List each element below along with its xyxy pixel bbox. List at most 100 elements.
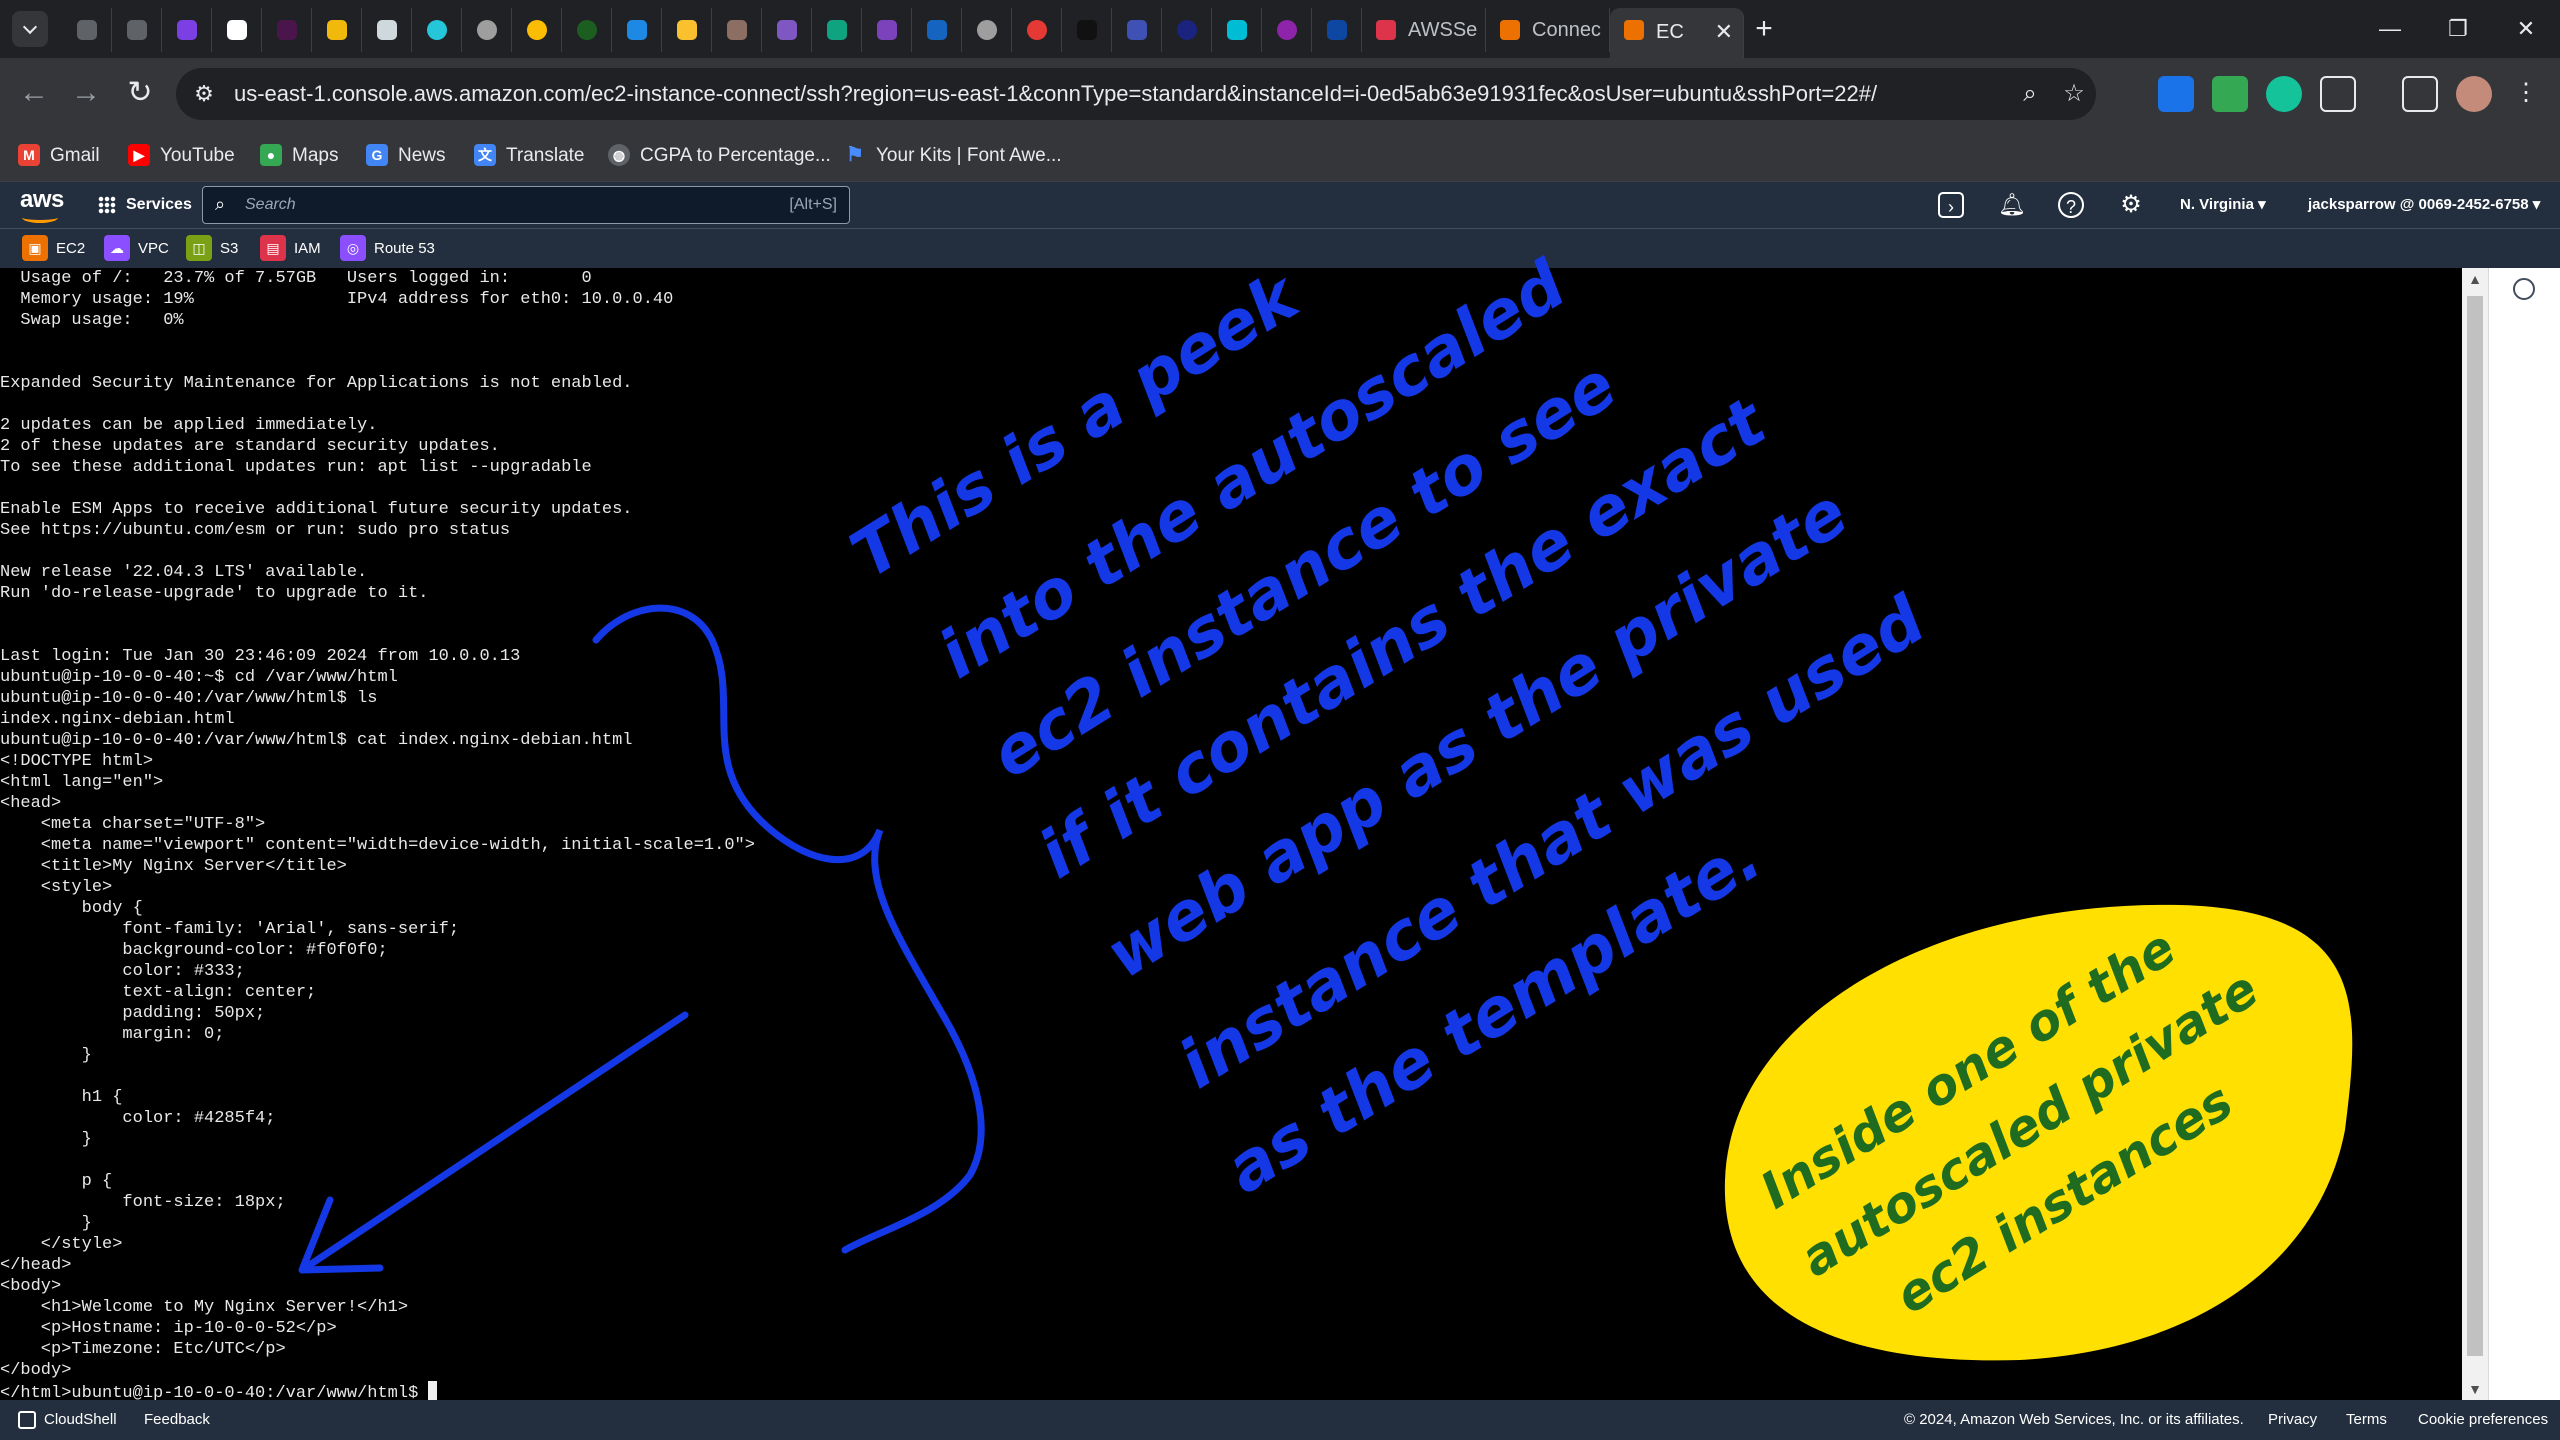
- terminal-scrollbar[interactable]: ▲ ▼: [2462, 268, 2488, 1400]
- tab-search-button[interactable]: [12, 11, 48, 47]
- tab-favicon: [1500, 20, 1520, 40]
- url-text[interactable]: us-east-1.console.aws.amazon.com/ec2-ins…: [234, 68, 1877, 120]
- aws-side-panel: [2488, 268, 2560, 1400]
- terminal-line: <style>: [0, 878, 113, 897]
- services-menu-button[interactable]: Services: [98, 182, 192, 228]
- pinned-tab[interactable]: [1212, 8, 1262, 52]
- minimize-icon[interactable]: —: [2356, 0, 2424, 58]
- close-window-icon[interactable]: ✕: [2492, 0, 2560, 58]
- pinned-tab[interactable]: [912, 8, 962, 52]
- favorite-route53[interactable]: ◎ Route 53: [340, 229, 435, 269]
- maximize-icon[interactable]: ❐: [2424, 0, 2492, 58]
- pinned-tab[interactable]: [212, 8, 262, 52]
- cloudshell-icon[interactable]: ›: [1938, 192, 1964, 218]
- pinned-tab[interactable]: [262, 8, 312, 52]
- bookmark-news[interactable]: G News: [366, 130, 446, 182]
- feedback-link[interactable]: Feedback: [144, 1400, 210, 1440]
- pinned-tab[interactable]: [1162, 8, 1212, 52]
- pinned-tab[interactable]: [62, 8, 112, 52]
- bookmark-cgpa[interactable]: ◍ CGPA to Percentage...: [608, 130, 831, 182]
- privacy-link[interactable]: Privacy: [2268, 1400, 2317, 1440]
- browser-toolbar: ← → ↻ ⚙ us-east-1.console.aws.amazon.com…: [0, 58, 2560, 130]
- site-settings-icon[interactable]: ⚙: [190, 80, 218, 108]
- scrollbar-thumb[interactable]: [2467, 296, 2483, 1356]
- settings-hexagon-icon[interactable]: [2513, 278, 2535, 300]
- pinned-tab[interactable]: [512, 8, 562, 52]
- extensions-puzzle-icon[interactable]: [2320, 76, 2356, 112]
- pinned-tab[interactable]: [712, 8, 762, 52]
- cookie-preferences-link[interactable]: Cookie preferences: [2418, 1400, 2548, 1440]
- aws-search-input[interactable]: ⌕ Search [Alt+S]: [202, 186, 850, 224]
- pinned-tab[interactable]: [862, 8, 912, 52]
- bookmark-gmail[interactable]: M Gmail: [18, 130, 100, 182]
- bookmark-maps[interactable]: ● Maps: [260, 130, 338, 182]
- region-selector[interactable]: N. Virginia ▾: [2180, 182, 2266, 228]
- pinned-tab[interactable]: [562, 8, 612, 52]
- favorite-s3[interactable]: ◫ S3: [186, 229, 238, 269]
- terminal-line: <title>My Nginx Server</title>: [0, 857, 347, 876]
- translate-extension-icon[interactable]: [2158, 76, 2194, 112]
- bookmark-translate[interactable]: 文 Translate: [474, 130, 585, 182]
- pinned-tab[interactable]: [162, 8, 212, 52]
- favorite-iam[interactable]: ▤ IAM: [260, 229, 321, 269]
- pinned-tab[interactable]: [312, 8, 362, 52]
- bookmark-font-awesome[interactable]: ⚑ Your Kits | Font Awe...: [844, 130, 1062, 182]
- bookmark-youtube[interactable]: ▶ YouTube: [128, 130, 235, 182]
- help-icon[interactable]: ?: [2058, 192, 2084, 218]
- pinned-tab[interactable]: [1062, 8, 1112, 52]
- tab-favicon: [1624, 20, 1644, 40]
- kebab-menu-icon[interactable]: ⋮: [2508, 76, 2544, 112]
- aws-footer: CloudShell Feedback © 2024, Amazon Web S…: [0, 1400, 2560, 1440]
- scroll-up-icon[interactable]: ▲: [2462, 268, 2488, 290]
- pinned-tab[interactable]: [1262, 8, 1312, 52]
- window-controls: — ❐ ✕: [2356, 0, 2560, 58]
- favorite-ec2[interactable]: ▣ EC2: [22, 229, 85, 269]
- zoom-icon[interactable]: ⌕: [2016, 80, 2044, 108]
- settings-gear-icon[interactable]: ⚙: [2118, 192, 2144, 218]
- pinned-tab[interactable]: [362, 8, 412, 52]
- bookmark-star-icon[interactable]: ☆: [2060, 80, 2088, 108]
- browser-tab-strip: AWSSe Connec EC ✕ + — ❐ ✕: [0, 0, 2560, 58]
- pinned-tab[interactable]: [1312, 8, 1362, 52]
- terminal-line: New release '22.04.3 LTS' available.: [0, 563, 368, 582]
- pinned-tab[interactable]: [662, 8, 712, 52]
- terminal-line: background-color: #f0f0f0;: [0, 941, 388, 960]
- ssh-terminal[interactable]: Usage of /: 23.7% of 7.57GB Users logged…: [0, 268, 2462, 1400]
- close-tab-icon[interactable]: ✕: [1715, 8, 1733, 56]
- scroll-down-icon[interactable]: ▼: [2462, 1378, 2488, 1400]
- pinned-tab[interactable]: [412, 8, 462, 52]
- pinned-tab[interactable]: [812, 8, 862, 52]
- pinned-tab[interactable]: [1112, 8, 1162, 52]
- tab-aws-security[interactable]: AWSSe: [1362, 8, 1486, 52]
- back-arrow-icon[interactable]: ←: [16, 76, 52, 112]
- reload-icon[interactable]: ↻: [122, 76, 158, 112]
- address-bar[interactable]: ⚙ us-east-1.console.aws.amazon.com/ec2-i…: [176, 68, 2096, 120]
- terminal-line: <h1>Welcome to My Nginx Server!</h1>: [0, 1298, 409, 1317]
- pinned-tab[interactable]: [462, 8, 512, 52]
- pinned-tab[interactable]: [762, 8, 812, 52]
- forward-arrow-icon[interactable]: →: [68, 76, 104, 112]
- terms-link[interactable]: Terms: [2346, 1400, 2387, 1440]
- gmail-icon: M: [18, 144, 40, 166]
- grammarly-icon[interactable]: [2266, 76, 2302, 112]
- terminal-line: ubuntu@ip-10-0-0-40:~$ cd /var/www/html: [0, 668, 398, 687]
- tab-connect[interactable]: Connec: [1486, 8, 1610, 52]
- new-tab-button[interactable]: +: [1744, 8, 1784, 52]
- aws-logo[interactable]: aws: [20, 186, 64, 223]
- tab-ec2-active[interactable]: EC ✕: [1610, 8, 1744, 58]
- cloudshell-link[interactable]: CloudShell: [44, 1400, 117, 1440]
- extension-icon[interactable]: [2212, 76, 2248, 112]
- notifications-bell-icon[interactable]: 🔔︎: [1998, 192, 2026, 218]
- pinned-tab[interactable]: [1012, 8, 1062, 52]
- side-panel-icon[interactable]: [2402, 76, 2438, 112]
- pinned-tab[interactable]: [612, 8, 662, 52]
- account-menu[interactable]: jacksparrow @ 0069-2452-6758 ▾: [2308, 182, 2540, 228]
- favorite-vpc[interactable]: ☁ VPC: [104, 229, 169, 269]
- profile-avatar[interactable]: [2456, 76, 2492, 112]
- pinned-tab[interactable]: [112, 8, 162, 52]
- pinned-tab[interactable]: [962, 8, 1012, 52]
- terminal-prompt-line[interactable]: </html>ubuntu@ip-10-0-0-40:/var/www/html…: [0, 1381, 755, 1400]
